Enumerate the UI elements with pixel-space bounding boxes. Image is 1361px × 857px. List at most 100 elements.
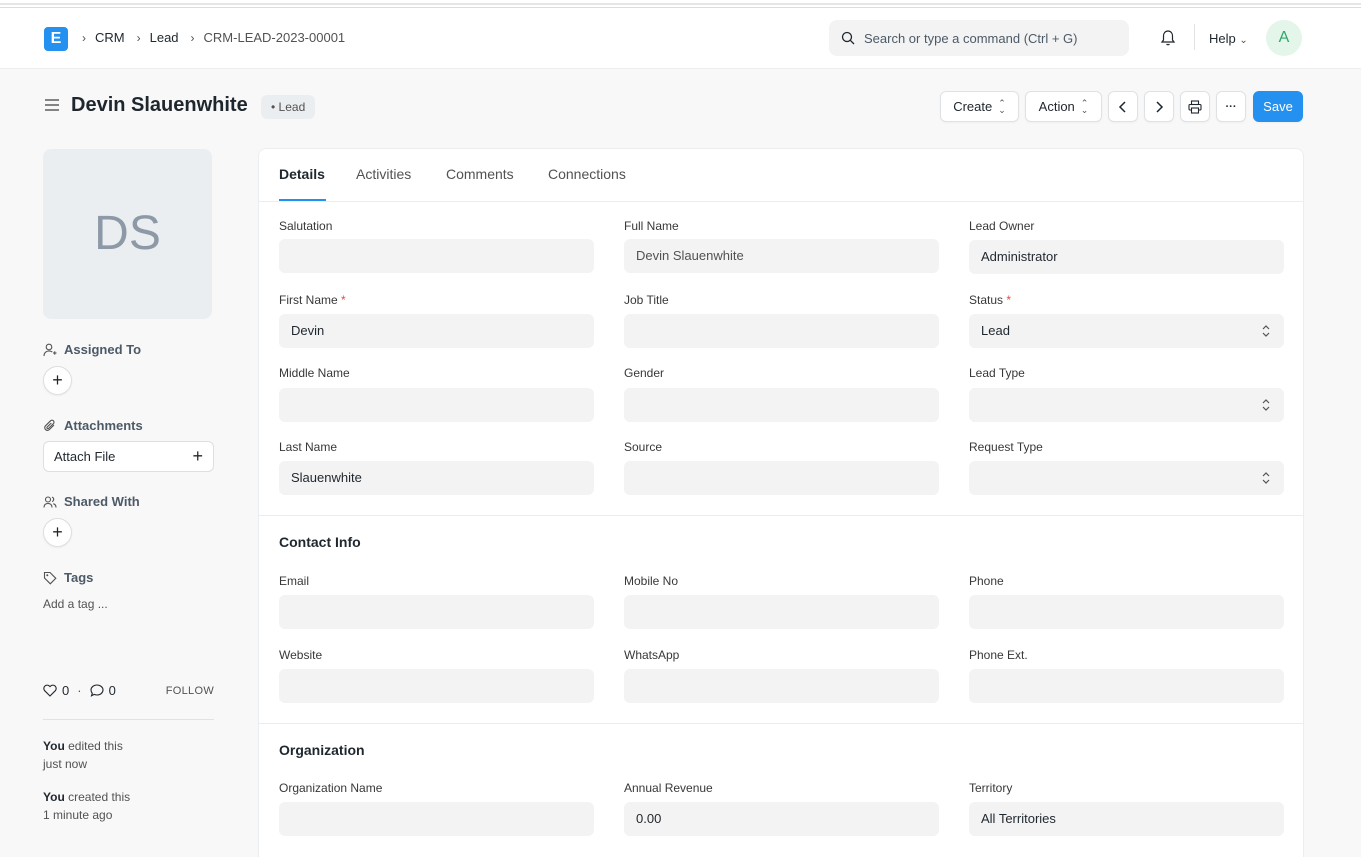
- middle-name-field[interactable]: [279, 388, 594, 422]
- required-mark: *: [341, 293, 346, 307]
- follow-button[interactable]: FOLLOW: [166, 685, 214, 697]
- mobile-no-field[interactable]: [624, 595, 939, 629]
- form-sidebar: DS Assigned To + Attachments Attach File…: [43, 149, 214, 822]
- search-input[interactable]: Search or type a command (Ctrl + G): [829, 20, 1129, 56]
- phone-ext-field[interactable]: [969, 669, 1284, 703]
- plus-icon: +: [52, 370, 63, 390]
- territory-field[interactable]: All Territories: [969, 802, 1284, 836]
- plus-icon: +: [52, 522, 63, 542]
- source-label: Source: [624, 440, 663, 454]
- annual-revenue-field[interactable]: 0.00: [624, 802, 939, 836]
- gender-field[interactable]: [624, 388, 939, 422]
- activity-item: You created this 1 minute ago: [43, 790, 131, 822]
- active-tab-indicator: [279, 199, 326, 201]
- lead-avatar[interactable]: DS: [43, 149, 212, 319]
- save-button[interactable]: Save: [1253, 91, 1303, 122]
- middle-name-label: Middle Name: [279, 366, 350, 380]
- search-icon: [841, 31, 855, 45]
- user-plus-icon: [43, 343, 57, 356]
- phone-ext-label: Phone Ext.: [969, 648, 1028, 662]
- request-type-label: Request Type: [969, 440, 1043, 454]
- engagement-stats: 0 · 0 FOLLOW: [43, 683, 214, 698]
- mobile-no-label: Mobile No: [624, 574, 679, 588]
- next-button[interactable]: [1144, 91, 1174, 122]
- page-title: Devin Slauenwhite: [71, 94, 248, 116]
- select-arrows-icon: [1262, 461, 1270, 498]
- source-field[interactable]: [624, 461, 939, 495]
- whatsapp-label: WhatsApp: [624, 648, 680, 662]
- section-divider: [259, 515, 1303, 516]
- add-share-button[interactable]: +: [43, 518, 72, 547]
- select-arrows-icon: ⌃ ⌄: [1080, 97, 1089, 115]
- email-field[interactable]: [279, 595, 594, 629]
- contact-info-heading[interactable]: Contact Info: [279, 534, 361, 550]
- heart-icon[interactable]: [43, 684, 57, 697]
- organization-name-field[interactable]: [279, 802, 594, 836]
- lead-type-select[interactable]: [969, 388, 1284, 422]
- chevron-right-icon: ›: [136, 30, 141, 45]
- whatsapp-field[interactable]: [624, 669, 939, 703]
- tab-activities[interactable]: Activities: [356, 166, 411, 182]
- help-dropdown[interactable]: Help ⌄: [1209, 31, 1248, 46]
- tab-comments[interactable]: Comments: [446, 166, 514, 182]
- chevron-right-icon: ›: [82, 30, 86, 45]
- organization-name-label: Organization Name: [279, 781, 383, 795]
- breadcrumb-lead[interactable]: Lead: [150, 30, 179, 45]
- more-button[interactable]: ···: [1216, 91, 1246, 122]
- tab-details[interactable]: Details: [279, 166, 325, 182]
- phone-label: Phone: [969, 574, 1004, 588]
- user-avatar[interactable]: A: [1266, 20, 1302, 56]
- previous-button[interactable]: [1108, 91, 1138, 122]
- bell-icon[interactable]: [1159, 29, 1177, 50]
- sidebar-divider: [43, 719, 214, 720]
- search-placeholder: Search or type a command (Ctrl + G): [864, 30, 1078, 46]
- breadcrumb-current[interactable]: CRM-LEAD-2023-00001: [204, 30, 346, 45]
- dot-icon: •: [271, 100, 276, 114]
- territory-label: Territory: [969, 781, 1013, 795]
- status-badge: • Lead: [261, 95, 316, 119]
- breadcrumb: › CRM › Lead › CRM-LEAD-2023-00001: [82, 30, 357, 45]
- print-button[interactable]: [1180, 91, 1210, 122]
- chevron-right-icon: ›: [190, 30, 195, 45]
- users-icon: [43, 495, 57, 508]
- salutation-label: Salutation: [279, 219, 333, 233]
- status-select[interactable]: Lead: [969, 314, 1284, 348]
- plus-icon: +: [192, 446, 203, 466]
- breadcrumb-crm[interactable]: CRM: [95, 30, 125, 45]
- phone-field[interactable]: [969, 595, 1284, 629]
- select-arrows-icon: [1262, 314, 1270, 351]
- first-name-field[interactable]: Devin: [279, 314, 594, 348]
- menu-icon[interactable]: [44, 98, 60, 115]
- first-name-label: First Name *: [279, 293, 346, 307]
- chevron-down-icon: ⌄: [1239, 35, 1248, 46]
- form-tabs: Details Activities Comments Connections: [259, 149, 1303, 202]
- form-card: Details Activities Comments Connections …: [258, 148, 1304, 857]
- attach-file-button[interactable]: Attach File +: [43, 441, 214, 472]
- lead-type-label: Lead Type: [969, 366, 1025, 380]
- tab-connections[interactable]: Connections: [548, 166, 626, 182]
- assigned-to-label: Assigned To: [43, 342, 141, 357]
- create-button[interactable]: Create ⌃ ⌄: [940, 91, 1019, 122]
- job-title-field[interactable]: [624, 314, 939, 348]
- app-logo[interactable]: E: [44, 27, 68, 51]
- action-button[interactable]: Action ⌃ ⌄: [1025, 91, 1102, 122]
- website-field[interactable]: [279, 669, 594, 703]
- comment-icon[interactable]: [90, 684, 104, 697]
- printer-icon: [1188, 99, 1202, 114]
- request-type-select[interactable]: [969, 461, 1284, 495]
- shared-with-label: Shared With: [43, 494, 140, 509]
- comments-count: 0: [108, 683, 116, 698]
- salutation-field[interactable]: [279, 239, 594, 273]
- page-header: Devin Slauenwhite • Lead Create ⌃ ⌄ Actio…: [0, 70, 1361, 142]
- tags-label: Tags: [43, 570, 93, 585]
- last-name-field[interactable]: Slauenwhite: [279, 461, 594, 495]
- website-label: Website: [279, 648, 323, 662]
- add-assignee-button[interactable]: +: [43, 366, 72, 395]
- lead-owner-field[interactable]: Administrator: [969, 240, 1284, 274]
- chevron-left-icon: [1118, 100, 1126, 113]
- lead-owner-label: Lead Owner: [969, 219, 1035, 233]
- organization-heading[interactable]: Organization: [279, 742, 365, 758]
- email-label: Email: [279, 574, 310, 588]
- likes-count: 0: [62, 683, 70, 698]
- add-tag-link[interactable]: Add a tag ...: [43, 597, 108, 611]
